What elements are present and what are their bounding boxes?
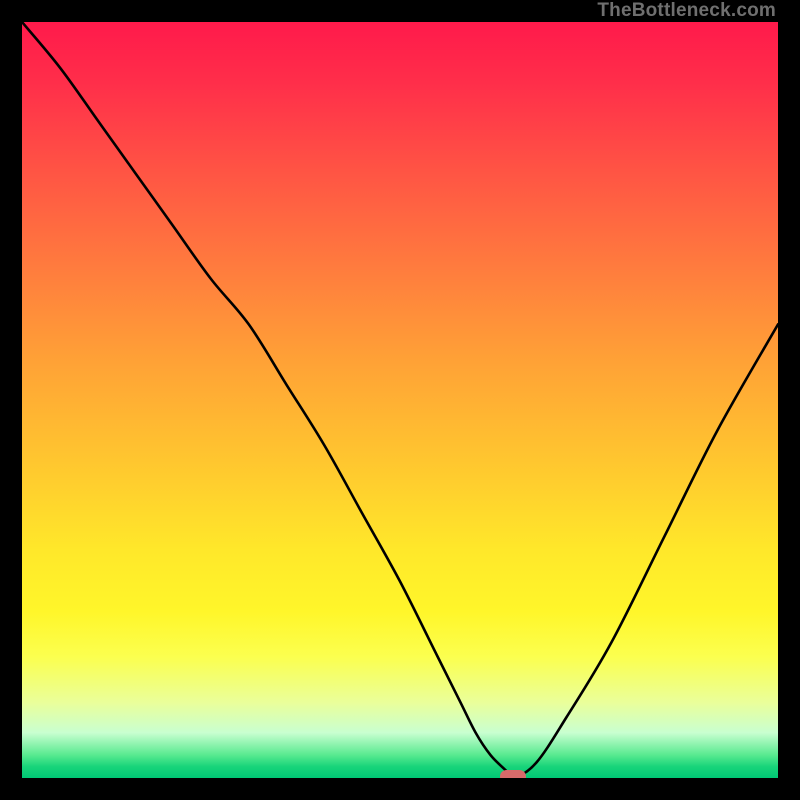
bottleneck-curve [22,22,778,778]
chart-frame: TheBottleneck.com [0,0,800,800]
watermark-text: TheBottleneck.com [597,0,776,22]
plot-area [22,22,778,778]
minimum-marker [500,770,526,778]
